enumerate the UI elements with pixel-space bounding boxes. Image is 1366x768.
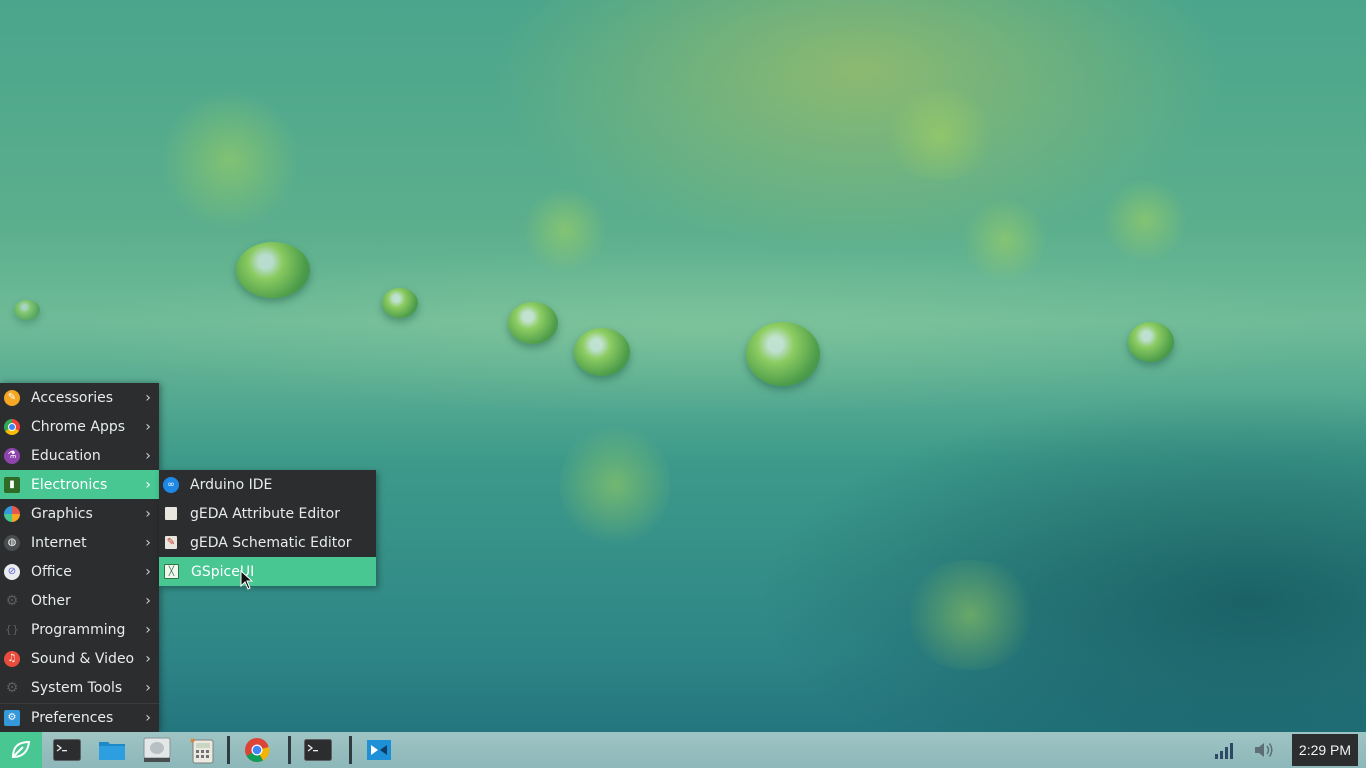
taskbar-separator: [288, 736, 291, 764]
menu-item-electronics[interactable]: ▮ Electronics ›: [0, 470, 159, 499]
volume-icon[interactable]: [1253, 740, 1275, 760]
chevron-right-icon: ›: [145, 650, 151, 667]
programming-icon: {}: [5, 623, 19, 636]
chrome-apps-icon: [4, 418, 20, 435]
chevron-right-icon: ›: [145, 679, 151, 696]
chevron-right-icon: ›: [145, 621, 151, 638]
start-menu-icon: [11, 740, 31, 759]
chevron-right-icon: ›: [145, 389, 151, 406]
graphics-icon: [4, 505, 20, 522]
network-signal-icon[interactable]: [1213, 740, 1235, 760]
submenu-item-arduino-ide[interactable]: ∞ Arduino IDE: [159, 470, 376, 499]
menu-item-chrome-apps[interactable]: Chrome Apps ›: [0, 412, 159, 441]
menu-item-label: Graphics: [31, 505, 93, 522]
menu-item-education[interactable]: ⚗ Education ›: [0, 441, 159, 470]
office-icon: ⊘: [4, 563, 20, 580]
sound-video-icon: ♫: [4, 650, 20, 667]
chevron-right-icon: ›: [145, 592, 151, 609]
chevron-right-icon: ›: [145, 447, 151, 464]
menu-item-label: Electronics: [31, 476, 108, 493]
chrome-window[interactable]: [240, 735, 274, 765]
calculator-icon: [190, 738, 214, 764]
taskbar-separator: [227, 736, 230, 764]
clock[interactable]: 2:29 PM: [1292, 734, 1358, 766]
menu-item-label: Internet: [31, 534, 87, 551]
chevron-right-icon: ›: [145, 534, 151, 551]
menu-item-label: Preferences: [31, 709, 114, 726]
accessories-icon: ✎: [4, 389, 20, 406]
desktop-wallpaper: [0, 0, 1366, 732]
education-icon: ⚗: [4, 447, 20, 464]
electronics-icon: ▮: [4, 476, 20, 493]
menu-item-label: Other: [31, 592, 71, 609]
remote-desktop-icon: [367, 740, 391, 760]
menu-item-label: Programming: [31, 621, 126, 638]
menu-item-accessories[interactable]: ✎ Accessories ›: [0, 383, 159, 412]
gspiceui-icon: ╳: [164, 564, 179, 579]
menu-item-label: Sound & Video: [31, 650, 135, 667]
submenu-item-label: Arduino IDE: [190, 476, 273, 493]
preferences-icon: ⚙: [4, 709, 20, 726]
internet-icon: ◍: [4, 534, 20, 551]
menu-item-office[interactable]: ⊘ Office ›: [0, 557, 159, 586]
folder-icon: [99, 742, 125, 760]
geda-schematic-editor-icon: ✎: [165, 536, 177, 549]
mouse-pointer-icon: [240, 570, 254, 590]
terminal-icon: [53, 739, 81, 761]
chevron-right-icon: ›: [145, 709, 151, 726]
chevron-right-icon: ›: [145, 563, 151, 580]
menu-item-preferences[interactable]: ⚙ Preferences ›: [0, 703, 159, 732]
menu-item-programming[interactable]: {} Programming ›: [0, 615, 159, 644]
calculator-launcher[interactable]: [185, 735, 219, 765]
chevron-right-icon: ›: [145, 476, 151, 493]
terminal-launcher[interactable]: [50, 735, 84, 765]
remote-desktop-window[interactable]: [362, 735, 396, 765]
chrome-icon: [245, 738, 270, 763]
terminal-window[interactable]: [301, 735, 335, 765]
file-manager-launcher[interactable]: [95, 735, 129, 765]
arduino-icon: ∞: [163, 476, 179, 493]
taskbar-separator: [349, 736, 352, 764]
disk-icon: [143, 737, 171, 762]
other-icon: ⚙: [5, 592, 19, 609]
menu-item-label: Office: [31, 563, 72, 580]
submenu-item-geda-schematic-editor[interactable]: ✎ gEDA Schematic Editor: [159, 528, 376, 557]
menu-item-other[interactable]: ⚙ Other ›: [0, 586, 159, 615]
application-menu: ✎ Accessories › Chrome Apps › ⚗ Educatio…: [0, 383, 159, 732]
electronics-submenu: ∞ Arduino IDE gEDA Attribute Editor ✎ gE…: [159, 470, 376, 586]
start-menu-button[interactable]: [0, 732, 42, 768]
submenu-item-label: gEDA Schematic Editor: [190, 534, 352, 551]
taskbar: 2:29 PM: [0, 732, 1366, 768]
menu-item-label: Accessories: [31, 389, 114, 406]
terminal-icon: [304, 739, 332, 761]
menu-item-label: Education: [31, 447, 101, 464]
submenu-item-geda-attribute-editor[interactable]: gEDA Attribute Editor: [159, 499, 376, 528]
menu-item-label: System Tools: [31, 679, 123, 696]
chevron-right-icon: ›: [145, 418, 151, 435]
system-tools-icon: ⚙: [5, 679, 19, 696]
menu-item-internet[interactable]: ◍ Internet ›: [0, 528, 159, 557]
menu-item-sound-video[interactable]: ♫ Sound & Video ›: [0, 644, 159, 673]
menu-item-graphics[interactable]: Graphics ›: [0, 499, 159, 528]
submenu-item-label: gEDA Attribute Editor: [190, 505, 340, 522]
chevron-right-icon: ›: [145, 505, 151, 522]
menu-item-label: Chrome Apps: [31, 418, 126, 435]
disk-utility-launcher[interactable]: [140, 735, 174, 765]
geda-attribute-editor-icon: [165, 507, 177, 520]
submenu-item-gspiceui[interactable]: ╳ GSpiceUI: [159, 557, 376, 586]
menu-item-system-tools[interactable]: ⚙ System Tools ›: [0, 673, 159, 702]
